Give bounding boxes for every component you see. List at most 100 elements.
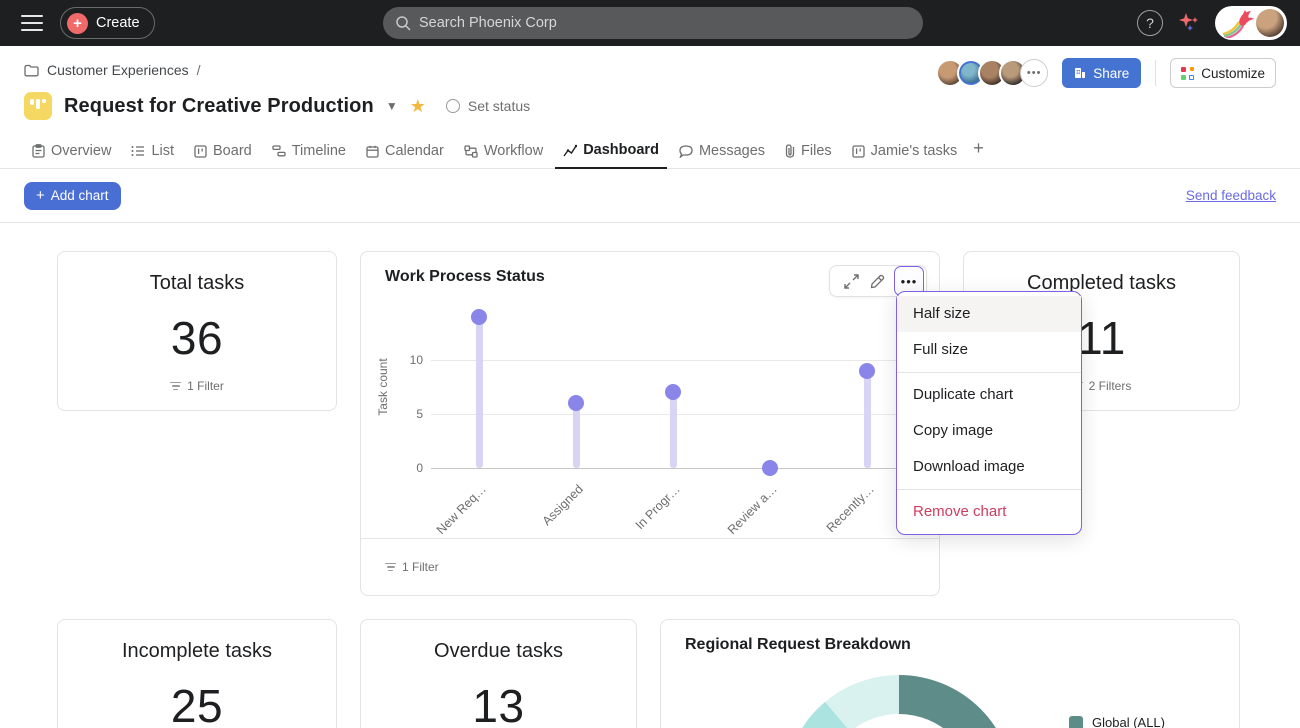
workflow-icon [464,145,478,158]
y-tick-label: 10 [397,353,423,367]
tab-dashboard[interactable]: Dashboard [555,142,667,169]
timeline-icon [272,145,286,157]
divider [1155,60,1156,86]
chart-title: Regional Request Breakdown [685,636,911,654]
top-bar: + Create Search Phoenix Corp ? [0,0,1300,46]
filter-chip[interactable]: 1 Filter [385,560,439,574]
overdue-tasks-card[interactable]: Overdue tasks 13 [360,619,637,728]
create-button-label: Create [96,15,140,31]
folder-icon [24,64,39,77]
total-tasks-value: 36 [171,311,223,365]
legend-swatch [1069,716,1083,728]
tab-jamies-tasks[interactable]: Jamie's tasks [844,143,966,168]
menu-divider [897,372,1081,373]
phoenix-art [1221,8,1255,38]
set-status-label: Set status [468,98,530,114]
menu-item-duplicate-chart[interactable]: Duplicate chart [897,377,1081,413]
lollipop-stem [476,317,483,468]
avatar-overflow-button[interactable]: ••• [1020,59,1048,87]
ai-sparkles-icon[interactable] [1177,11,1201,35]
plus-icon: + [67,13,88,34]
create-button[interactable]: + Create [60,7,155,39]
share-button[interactable]: Share [1062,58,1141,88]
profile-pill[interactable] [1215,6,1287,40]
project-tabs: Overview List Board Timeline Calendar Wo… [0,136,1300,169]
send-feedback-link[interactable]: Send feedback [1186,188,1276,203]
total-tasks-card[interactable]: Total tasks 36 1 Filter [57,251,337,411]
menu-item-copy-image[interactable]: Copy image [897,413,1081,449]
card-title: Incomplete tasks [122,640,272,663]
tasks-board-icon [852,145,865,158]
status-circle-icon [446,99,460,113]
plus-icon: + [36,187,45,204]
share-label: Share [1093,66,1129,81]
menu-item-full-size[interactable]: Full size [897,332,1081,368]
menu-item-remove-chart[interactable]: Remove chart [897,494,1081,530]
search-input[interactable]: Search Phoenix Corp [383,7,923,39]
messages-icon [679,145,693,158]
lollipop-stem [573,403,580,468]
y-axis-label: Task count [376,347,390,427]
set-status-button[interactable]: Set status [446,98,530,114]
add-chart-label: Add chart [51,188,109,203]
lollipop-stem [670,392,677,468]
help-button[interactable]: ? [1137,10,1163,36]
tab-messages[interactable]: Messages [671,143,773,168]
filter-icon [170,382,181,391]
data-point-dot[interactable] [471,309,487,325]
dashboard-icon [563,144,577,157]
tab-workflow[interactable]: Workflow [456,143,551,168]
tab-files[interactable]: Files [777,143,840,168]
incomplete-tasks-value: 25 [171,679,223,728]
chart-legend: Global (ALL) [1069,715,1165,728]
lollipop-stem [864,371,871,468]
tab-board[interactable]: Board [186,143,260,168]
search-placeholder: Search Phoenix Corp [419,15,557,31]
add-tab-button[interactable]: + [969,138,992,168]
overdue-tasks-value: 13 [472,679,524,728]
filter-icon [385,563,396,572]
files-paperclip-icon [785,144,795,158]
overview-icon [32,144,45,158]
data-point-dot[interactable] [762,460,778,476]
gridline [431,360,917,361]
calendar-icon [366,145,379,158]
menu-item-half-size[interactable]: Half size [897,296,1081,332]
favorite-star-icon[interactable]: ★ [410,96,426,117]
completed-tasks-value: 11 [1077,311,1126,365]
page-title: Request for Creative Production [64,95,374,118]
tab-list[interactable]: List [123,143,182,168]
customize-button[interactable]: Customize [1170,58,1276,88]
add-chart-button[interactable]: + Add chart [24,182,121,210]
tab-overview[interactable]: Overview [24,143,119,168]
y-tick-label: 5 [397,407,423,421]
donut-chart[interactable] [784,675,1014,728]
regional-request-breakdown-card[interactable]: Regional Request Breakdown Global (ALL) [660,619,1240,728]
project-header: Customer Experiences / Request for Creat… [0,46,1300,169]
gridline [431,468,917,469]
customize-grid-icon [1181,67,1194,80]
project-icon [24,92,52,120]
menu-item-download-image[interactable]: Download image [897,449,1081,485]
board-icon [194,145,207,158]
filter-chip[interactable]: 1 Filter [170,379,224,393]
chart-footer: 1 Filter [361,538,939,595]
chart-options-menu: Half size Full size Duplicate chart Copy… [896,291,1082,535]
data-point-dot[interactable] [859,363,875,379]
legend-label: Global (ALL) [1092,715,1165,728]
work-process-status-card[interactable]: Work Process Status ••• Task count 0510N… [360,251,940,596]
search-icon [395,15,411,31]
card-title: Overdue tasks [434,640,563,663]
lollipop-chart: Task count 0510New Req…AssignedIn Progr…… [361,252,941,540]
member-avatar-stack: ••• [936,59,1048,87]
dashboard-action-bar: + Add chart Send feedback [0,169,1300,223]
tab-timeline[interactable]: Timeline [264,143,354,168]
data-point-dot[interactable] [568,395,584,411]
tab-calendar[interactable]: Calendar [358,143,452,168]
incomplete-tasks-card[interactable]: Incomplete tasks 25 [57,619,337,728]
user-avatar[interactable] [1256,9,1284,37]
data-point-dot[interactable] [665,384,681,400]
hamburger-menu-icon[interactable] [21,15,43,31]
breadcrumb-label[interactable]: Customer Experiences [47,62,189,78]
chevron-down-icon[interactable]: ▼ [386,99,398,113]
